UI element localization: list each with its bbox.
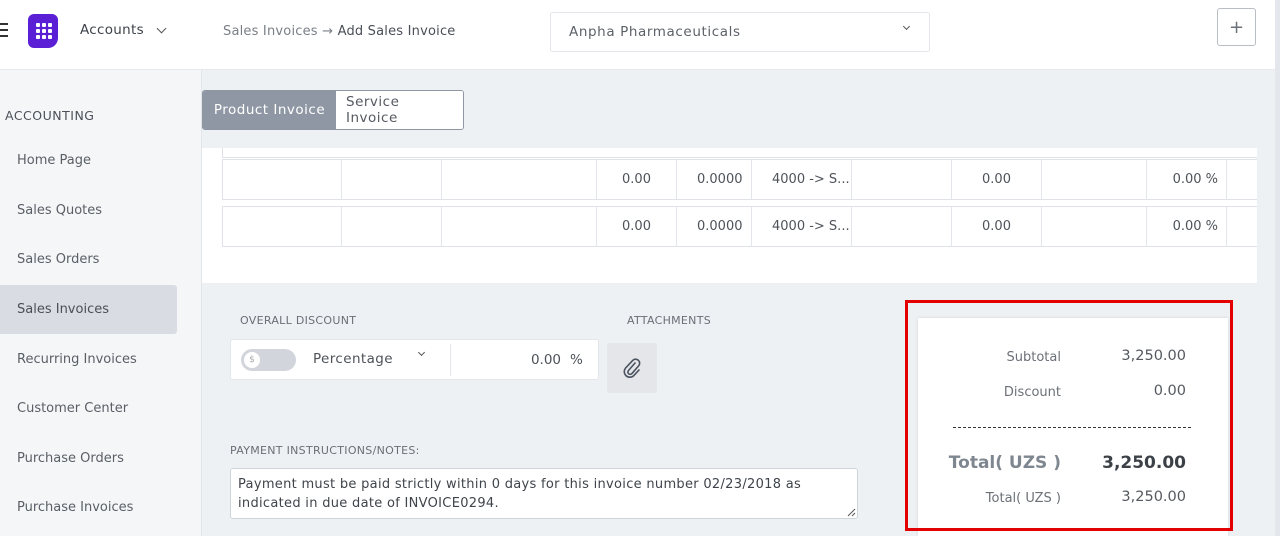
divider bbox=[450, 344, 451, 376]
sidebar-item-customer-center[interactable]: Customer Center bbox=[0, 384, 177, 434]
company-select-value: Anpha Pharmaceuticals bbox=[569, 24, 741, 40]
sidebar: Accounts ACCOUNTING Home Page Sales Quot… bbox=[0, 0, 202, 536]
sidebar-item-sales-orders[interactable]: Sales Orders bbox=[0, 235, 177, 285]
app-name: Accounts bbox=[80, 22, 144, 38]
table-row-partial bbox=[222, 148, 1257, 158]
sidebar-item-purchase-orders[interactable]: Purchase Orders bbox=[0, 434, 177, 484]
rate-cell[interactable]: 0.0000 bbox=[677, 160, 752, 199]
table-cell[interactable] bbox=[342, 207, 442, 246]
amount-cell[interactable]: 0.00 bbox=[597, 160, 677, 199]
amount-cell[interactable]: 0.00 bbox=[597, 207, 677, 246]
hamburger-menu-icon[interactable] bbox=[0, 23, 10, 39]
sidebar-item-home-page[interactable]: Home Page bbox=[0, 136, 177, 186]
discount-unit: % bbox=[570, 352, 583, 368]
top-header: Sales Invoices → Add Sales Invoice Anpha… bbox=[202, 0, 1280, 70]
payment-notes-label: PAYMENT INSTRUCTIONS/NOTES: bbox=[230, 444, 420, 457]
breadcrumb: Sales Invoices → Add Sales Invoice bbox=[223, 24, 456, 39]
table-cell[interactable] bbox=[223, 160, 342, 199]
overall-discount-label: OVERALL DISCOUNT bbox=[240, 314, 357, 327]
chevron-down-icon bbox=[156, 23, 167, 33]
table-cell[interactable] bbox=[852, 207, 952, 246]
table-cell[interactable] bbox=[223, 207, 342, 246]
chevron-down-icon bbox=[417, 348, 426, 357]
breadcrumb-current: Add Sales Invoice bbox=[337, 24, 456, 39]
table-cell[interactable] bbox=[1042, 160, 1147, 199]
overall-discount-control: $ Percentage % bbox=[230, 339, 599, 380]
totals-highlight-box bbox=[905, 300, 1233, 531]
table-row: 0.00 0.0000 4000 -> S... 0.00 0.00 % bbox=[222, 206, 1257, 247]
sidebar-nav: Home Page Sales Quotes Sales Orders Sale… bbox=[0, 136, 202, 533]
tab-product-invoice[interactable]: Product Invoice bbox=[203, 91, 336, 129]
table-cell[interactable] bbox=[1042, 207, 1147, 246]
company-select[interactable]: Anpha Pharmaceuticals bbox=[550, 12, 930, 52]
discount-value-input[interactable] bbox=[453, 352, 561, 368]
paperclip-icon bbox=[623, 358, 641, 379]
chevron-down-icon bbox=[902, 22, 911, 31]
account-cell[interactable]: 4000 -> S... bbox=[752, 207, 852, 246]
sidebar-header: Accounts bbox=[0, 0, 202, 70]
app-switcher[interactable]: Accounts bbox=[80, 22, 167, 38]
table-cell[interactable] bbox=[442, 160, 597, 199]
attach-file-button[interactable] bbox=[607, 343, 657, 393]
table-cell[interactable] bbox=[852, 160, 952, 199]
discount-type-select[interactable]: Percentage bbox=[313, 351, 393, 367]
attachments-label: ATTACHMENTS bbox=[627, 314, 712, 327]
toggle-knob-icon: $ bbox=[244, 352, 260, 368]
tax-cell[interactable]: 0.00 bbox=[952, 207, 1042, 246]
invoice-type-tabs: Product Invoice Service Invoice bbox=[202, 90, 464, 130]
discount-toggle[interactable]: $ bbox=[241, 349, 296, 371]
table-row: 0.00 0.0000 4000 -> S... 0.00 0.00 % bbox=[222, 159, 1257, 200]
tab-service-invoice[interactable]: Service Invoice bbox=[336, 91, 463, 129]
sidebar-section-title: ACCOUNTING bbox=[5, 108, 95, 123]
line-items-card: 0.00 0.0000 4000 -> S... 0.00 0.00 % 0.0… bbox=[202, 148, 1257, 283]
tax-cell[interactable]: 0.00 bbox=[952, 160, 1042, 199]
add-button[interactable]: + bbox=[1217, 8, 1256, 46]
app-logo-icon[interactable] bbox=[28, 14, 58, 48]
breadcrumb-arrow-icon: → bbox=[322, 24, 334, 39]
breadcrumb-parent-link[interactable]: Sales Invoices bbox=[223, 24, 318, 39]
table-cell[interactable] bbox=[442, 207, 597, 246]
sidebar-item-purchase-invoices[interactable]: Purchase Invoices bbox=[0, 483, 177, 533]
table-cell[interactable] bbox=[342, 160, 442, 199]
sidebar-item-recurring-invoices[interactable]: Recurring Invoices bbox=[0, 334, 177, 384]
percent-cell[interactable]: 0.00 % bbox=[1147, 160, 1227, 199]
resize-grip-icon[interactable] bbox=[846, 507, 856, 517]
sidebar-item-sales-invoices[interactable]: Sales Invoices bbox=[0, 284, 177, 335]
rate-cell[interactable]: 0.0000 bbox=[677, 207, 752, 246]
sidebar-item-sales-quotes[interactable]: Sales Quotes bbox=[0, 186, 177, 236]
account-cell[interactable]: 4000 -> S... bbox=[752, 160, 852, 199]
payment-notes-textarea[interactable]: Payment must be paid strictly within 0 d… bbox=[230, 468, 858, 519]
vertical-scrollbar[interactable] bbox=[1275, 0, 1280, 536]
percent-cell[interactable]: 0.00 % bbox=[1147, 207, 1227, 246]
